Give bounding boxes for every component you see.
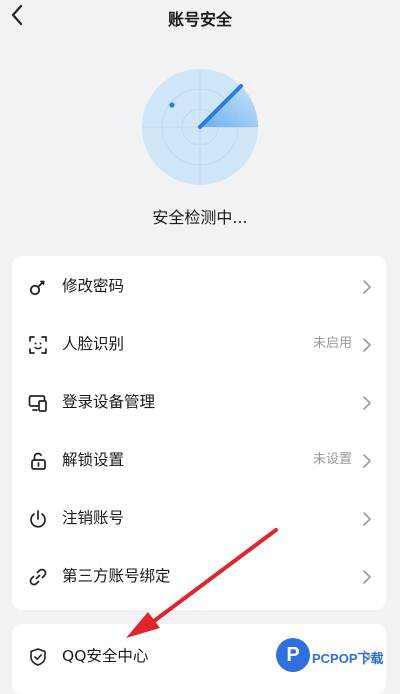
unlock-icon [31,452,46,470]
watermark: P PCPOP下载 [276,636,400,680]
menu-item-face-recognition[interactable]: 人脸识别 未启用 [12,316,386,374]
status-text: 未启用 [312,336,352,351]
status-text: 未设置 [312,452,352,467]
menu-item-third-party-binding[interactable]: 第三方账号绑定 [12,548,386,606]
menu-item-label: QQ安全中心 [62,647,149,665]
security-menu-card: 修改密码 人脸识别 未启用 登录设备管理 解锁设置 未设置 注销账号 第三方账号… [12,256,386,610]
menu-item-label: 第三方账号绑定 [62,567,171,585]
devices-icon [28,395,47,412]
chevron-right-icon [363,338,371,352]
chevron-right-icon [363,396,371,410]
chevron-right-icon [363,570,371,584]
face-scan-icon [29,336,47,354]
chevron-right-icon [363,512,371,526]
power-icon [30,510,46,528]
chevron-right-icon [363,280,371,294]
radar-scan-icon [142,69,258,185]
scan-status-text: 安全检测中... [152,208,248,227]
page-title: 账号安全 [167,10,232,29]
menu-item-delete-account[interactable]: 注销账号 [12,490,386,548]
chevron-right-icon [363,454,371,468]
menu-item-label: 修改密码 [62,277,125,295]
shield-icon [30,648,46,666]
menu-item-label: 登录设备管理 [62,393,156,411]
watermark-logo-icon: P [276,638,310,672]
menu-item-label: 人脸识别 [62,335,125,353]
link-icon [29,568,47,586]
menu-item-label: 解锁设置 [62,451,125,469]
key-icon [29,280,45,296]
menu-item-unlock-settings[interactable]: 解锁设置 未设置 [12,432,386,490]
watermark-text: PCPOP下载 [312,651,384,666]
menu-item-change-password[interactable]: 修改密码 [12,258,386,316]
header: 账号安全 [0,0,400,34]
menu-item-label: 注销账号 [62,509,125,527]
menu-item-device-management[interactable]: 登录设备管理 [12,374,386,432]
